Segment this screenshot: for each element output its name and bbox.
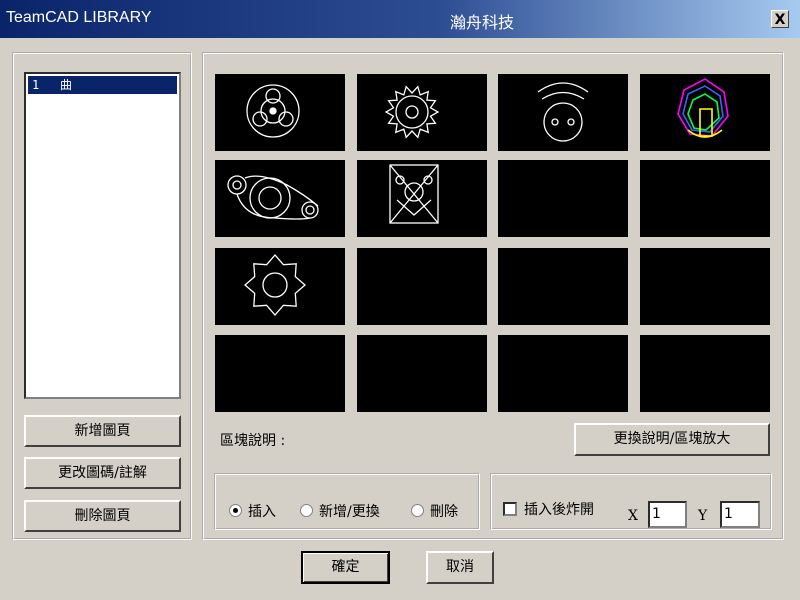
rename-page-button[interactable]: 更改圖碼/註解	[24, 457, 181, 489]
insert-radio-label[interactable]: 插入	[248, 501, 276, 521]
add-page-button[interactable]: 新增圖頁	[24, 415, 181, 447]
scale-y-label: Y	[698, 508, 708, 524]
change-description-label: 更換說明/區塊放大	[613, 431, 731, 447]
block-cell[interactable]	[357, 74, 487, 151]
block-cell[interactable]	[357, 335, 487, 412]
insert-radio[interactable]	[229, 504, 242, 517]
scale-x-label: X	[628, 508, 638, 524]
cancel-button[interactable]: 取消	[426, 551, 494, 584]
add-page-label: 新增圖頁	[74, 423, 131, 439]
window-title: TeamCAD LIBRARY	[6, 9, 152, 26]
block-cell[interactable]	[215, 335, 345, 412]
block-cell[interactable]	[498, 248, 628, 325]
block-cell[interactable]	[640, 160, 770, 237]
ok-button[interactable]: 確定	[301, 551, 390, 584]
block-cell[interactable]	[640, 74, 770, 151]
page-list-item[interactable]: 1 曲	[28, 76, 177, 94]
block-cell[interactable]	[215, 160, 345, 237]
add-replace-radio[interactable]	[300, 504, 313, 517]
rename-page-label: 更改圖碼/註解	[58, 465, 147, 481]
block-description-label: 區塊說明 :	[220, 433, 286, 449]
block-cell[interactable]	[215, 74, 345, 151]
block-cell[interactable]	[498, 335, 628, 412]
close-icon[interactable]: X	[771, 10, 789, 28]
add-replace-radio-label[interactable]: 新增/更換	[319, 501, 380, 521]
saw-blade-icon	[384, 85, 440, 139]
cancel-label: 取消	[446, 559, 474, 575]
title-bar[interactable]: TeamCAD LIBRARY 瀚舟科技 X	[0, 0, 800, 38]
explode-checkbox-label[interactable]: 插入後炸開	[524, 499, 594, 519]
change-description-button[interactable]: 更換說明/區塊放大	[574, 423, 770, 456]
block-cell[interactable]	[357, 160, 487, 237]
pig-nose-icon	[537, 82, 589, 142]
small-gear-icon	[244, 254, 306, 316]
gear-wheel-icon	[246, 84, 300, 138]
page-listbox[interactable]: 1 曲	[24, 72, 181, 399]
polygon-colored-icon	[677, 78, 729, 138]
delete-radio-label[interactable]: 刪除	[430, 501, 458, 521]
block-cell[interactable]	[498, 74, 628, 151]
block-cell[interactable]	[357, 248, 487, 325]
scale-y-input[interactable]: 1	[720, 501, 760, 528]
explode-checkbox[interactable]	[503, 502, 517, 516]
ok-label: 確定	[331, 559, 360, 575]
page-number: 1	[32, 78, 40, 92]
window-subtitle: 瀚舟科技	[450, 13, 515, 32]
scale-x-input[interactable]: 1	[648, 501, 687, 528]
block-cell[interactable]	[215, 248, 345, 325]
frame-face-icon	[389, 164, 439, 224]
block-cell[interactable]	[640, 335, 770, 412]
page-name: 曲	[60, 78, 73, 92]
block-cell[interactable]	[640, 248, 770, 325]
delete-page-label: 刪除圖頁	[74, 508, 131, 524]
cam-link-icon	[227, 175, 319, 220]
block-cell[interactable]	[498, 160, 628, 237]
delete-radio[interactable]	[411, 504, 424, 517]
delete-page-button[interactable]: 刪除圖頁	[24, 500, 181, 532]
